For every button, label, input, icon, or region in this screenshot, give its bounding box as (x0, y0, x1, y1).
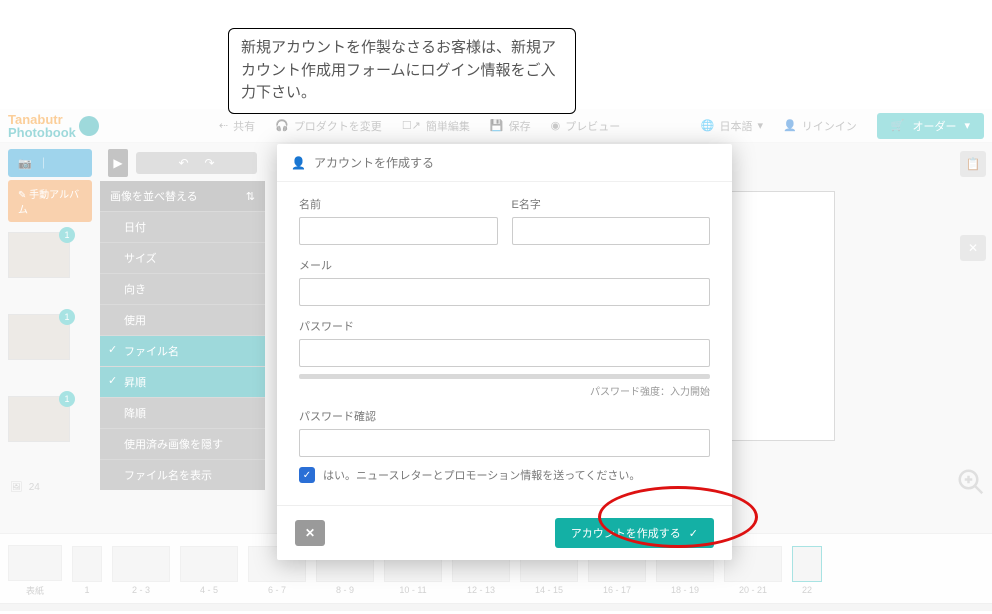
sort-header[interactable]: 画像を並べ替える⇅ (100, 181, 265, 211)
change-product-button[interactable]: 🎧プロダクトを変更 (275, 118, 382, 134)
filmstrip-item[interactable]: 4 - 5 (180, 546, 238, 595)
confirm-label: パスワード確認 (299, 408, 710, 424)
tool-shuffle[interactable]: ✕ (960, 235, 986, 261)
create-account-button[interactable]: アカウントを作成する✓ (555, 518, 714, 548)
sort-hide-used[interactable]: 使用済み画像を隠す (100, 428, 265, 459)
topbar: TanabutrPhotobook ⇠共有 🎧プロダクトを変更 ☐↗簡単編集 💾… (0, 109, 992, 143)
name-input[interactable] (299, 217, 498, 245)
manual-album-button[interactable]: ✎ 手動アルバム (8, 180, 92, 222)
password-field: パスワード (299, 318, 710, 379)
sort-descending[interactable]: 降順 (100, 397, 265, 428)
password-strength-bar (299, 374, 710, 379)
thumb-badge: 1 (59, 309, 75, 325)
filmstrip-item[interactable]: 20 - 21 (724, 546, 782, 595)
zoom-in-icon[interactable] (956, 467, 986, 497)
modal-header: 👤 アカウントを作成する (277, 144, 732, 182)
image-icon: 🖼 (10, 482, 23, 493)
password-label: パスワード (299, 318, 710, 334)
filmstrip-item[interactable]: 22 (792, 546, 822, 595)
thumb-badge: 1 (59, 391, 75, 407)
modal-footer: ✕ アカウントを作成する✓ (277, 505, 732, 560)
user-icon: 👤 (783, 119, 797, 132)
surname-field: E名字 (512, 196, 711, 245)
upload-button[interactable]: 📷｜ (8, 149, 92, 177)
redo-icon: ↷ (205, 156, 215, 170)
newsletter-label: はい。ニュースレターとプロモーション情報を送ってください。 (323, 467, 640, 483)
save-button[interactable]: 💾保存 (490, 118, 531, 134)
password-input[interactable] (299, 339, 710, 367)
sort-date[interactable]: 日付 (100, 211, 265, 242)
sort-filename[interactable]: ファイル名 (100, 335, 265, 366)
newsletter-checkbox[interactable]: ✓ はい。ニュースレターとプロモーション情報を送ってください。 (299, 467, 710, 483)
logo: TanabutrPhotobook (8, 113, 76, 139)
thumbnail-list: 1 1 1 (0, 228, 100, 478)
sort-icon: ⇅ (246, 190, 255, 203)
order-button[interactable]: 🛒オーダー▾ (877, 113, 984, 139)
sort-size[interactable]: サイズ (100, 242, 265, 273)
email-field: メール (299, 257, 710, 306)
edit-icon: ☐↗ (402, 119, 421, 132)
email-input[interactable] (299, 278, 710, 306)
thumbnail[interactable]: 1 (8, 396, 70, 442)
close-icon: ✕ (305, 526, 315, 540)
undo-redo[interactable]: ↶↷ (136, 152, 257, 174)
camera-icon: 📷 (18, 157, 32, 170)
name-field: 名前 (299, 196, 498, 245)
side-tools: 📋 ✕ (960, 151, 986, 261)
filmstrip-item[interactable]: 1 (72, 546, 102, 595)
save-icon: 💾 (490, 119, 504, 132)
easy-edit-button[interactable]: ☐↗簡単編集 (402, 118, 470, 134)
share-icon: ⇠ (219, 119, 228, 132)
confirm-input[interactable] (299, 429, 710, 457)
checkbox-icon: ✓ (299, 467, 315, 483)
user-icon: 👤 (291, 156, 306, 170)
sort-orientation[interactable]: 向き (100, 273, 265, 304)
expand-button[interactable]: ▶ (108, 149, 128, 177)
password-hint: パスワード強度：入力開始 (299, 383, 710, 398)
share-button[interactable]: ⇠共有 (219, 118, 255, 134)
left-column: 📷｜ ✎ 手動アルバム 1 1 1 🖼24 (0, 143, 100, 533)
thumb-count: 🖼24 (0, 478, 100, 497)
cart-icon: 🛒 (891, 119, 905, 132)
undo-icon: ↶ (178, 156, 188, 170)
create-account-modal: 👤 アカウントを作成する 名前 E名字 メール パスワード パスワード強度：入力… (277, 144, 732, 560)
sort-panel: ▶ ↶↷ 画像を並べ替える⇅ 日付 サイズ 向き 使用 ファイル名 昇順 降順 … (100, 143, 265, 533)
tool-clipboard[interactable]: 📋 (960, 151, 986, 177)
surname-input[interactable] (512, 217, 711, 245)
filmstrip-item[interactable]: 2 - 3 (112, 546, 170, 595)
login-button[interactable]: 👤リインイン (783, 118, 857, 134)
chevron-down-icon: ▾ (758, 119, 764, 132)
eye-icon: ◉ (551, 119, 561, 132)
sort-ascending[interactable]: 昇順 (100, 366, 265, 397)
email-label: メール (299, 257, 710, 273)
language-selector[interactable]: 🌐日本語▾ (701, 118, 763, 134)
headphone-icon: 🎧 (275, 119, 289, 132)
thumb-badge: 1 (59, 227, 75, 243)
filmstrip-item[interactable]: 表紙 (8, 545, 62, 597)
check-icon: ✓ (689, 527, 698, 540)
surname-label: E名字 (512, 196, 711, 212)
close-button[interactable]: ✕ (295, 520, 325, 546)
bottom-bar (0, 603, 992, 611)
sort-usage[interactable]: 使用 (100, 304, 265, 335)
name-label: 名前 (299, 196, 498, 212)
thumbnail[interactable]: 1 (8, 314, 70, 360)
globe-icon: 🌐 (701, 119, 715, 132)
thumbnail[interactable]: 1 (8, 232, 70, 278)
modal-title: アカウントを作成する (314, 154, 434, 171)
chevron-down-icon: ▾ (964, 119, 970, 132)
instruction-callout: 新規アカウントを作製なさるお客様は、新規アカウント作成用フォームにログイン情報を… (228, 28, 576, 114)
confirm-field: パスワード確認 (299, 408, 710, 457)
preview-button[interactable]: ◉プレビュー (551, 118, 621, 134)
sort-show-filename[interactable]: ファイル名を表示 (100, 459, 265, 490)
logo-badge-icon (79, 116, 99, 136)
